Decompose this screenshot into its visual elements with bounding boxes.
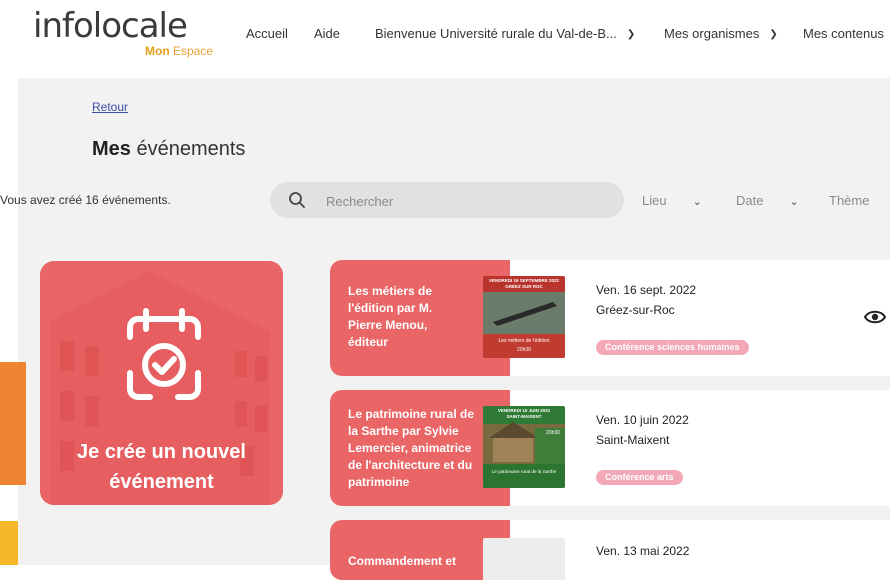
create-event-label: Je crée un nouvel événement [40, 437, 283, 497]
search-input[interactable] [324, 190, 608, 212]
poster-time: 20h30 [546, 430, 560, 436]
event-date: Ven. 16 sept. 2022 [596, 283, 697, 297]
event-card[interactable]: Le patrimoine rural de la Sarthe par Syl… [330, 390, 890, 506]
filter-label: Thème [829, 193, 870, 208]
nav-label: Aide [314, 26, 341, 41]
event-date: Ven. 13 mai 2022 [596, 544, 690, 558]
back-link[interactable]: Retour [92, 100, 128, 114]
poster-header: VENDREDI 10 JUIN 2022 [498, 408, 551, 413]
nav-label: Accueil [246, 26, 288, 41]
logo-subtitle: Mon Espace [145, 44, 213, 58]
poster-place: SAINT-MAIXENT [506, 414, 541, 419]
filter-theme[interactable]: Thème [829, 193, 869, 208]
poster-caption: Les métiers de l'édition [499, 338, 550, 344]
nav-mes-contenus[interactable]: Mes contenus [803, 26, 884, 41]
poster-header: VENDREDI 16 SEPTEMBRE 2022 [489, 278, 560, 283]
event-poster-image: VENDREDI 16 SEPTEMBRE 2022 GRÉEZ SUR ROC… [483, 276, 565, 358]
top-header: infolocale Mon Espace Accueil Aide Bienv… [0, 0, 890, 78]
event-title: Le patrimoine rural de la Sarthe par Syl… [348, 406, 475, 489]
logo-sub-bold: Mon [145, 44, 170, 58]
page-title-bold: Mes [92, 138, 131, 160]
event-title: Commandement et [348, 554, 457, 568]
side-accent-bar [0, 521, 18, 565]
poster-caption: Le patrimoine rural de la Sarthe [492, 469, 557, 474]
calendar-check-icon [127, 308, 201, 400]
logo-text: infolocale [33, 6, 188, 46]
logo-sub-text: Espace [173, 44, 214, 58]
page-title: Mes événements [92, 138, 245, 161]
filter-date[interactable]: Date ⌄ [736, 193, 799, 208]
nav-mes-organismes[interactable]: Mes organismes ❯ [664, 26, 778, 41]
event-category-badge: Conférence arts [596, 470, 683, 485]
page-title-text: événements [136, 138, 246, 160]
search-icon [289, 192, 305, 208]
filter-label: Date [736, 193, 764, 208]
chevron-down-icon: ⌄ [789, 196, 799, 208]
chevron-down-icon: ❯ [769, 29, 778, 40]
event-poster-image: VENDREDI 10 JUIN 2022 SAINT-MAIXENT Le p… [483, 406, 565, 488]
event-poster-image [483, 538, 565, 580]
poster-place: GRÉEZ SUR ROC [505, 282, 543, 289]
filter-label: Lieu [642, 193, 667, 208]
event-place: Saint-Maixent [596, 433, 670, 447]
nav-aide[interactable]: Aide [314, 26, 340, 41]
nav-accueil[interactable]: Accueil [246, 26, 288, 41]
event-category-badge: Conférence sciences humaines [596, 340, 749, 355]
filter-lieu[interactable]: Lieu ⌄ [642, 193, 702, 208]
nav-label: Bienvenue Université rurale du Val-de-B.… [375, 26, 617, 41]
poster-time: 20h30 [517, 347, 531, 353]
infolocale-logo[interactable]: infolocale Mon Espace [33, 6, 223, 62]
create-line1: Je crée un nouvel [77, 441, 246, 463]
event-card[interactable]: Les métiers de l'édition par M. Pierre M… [330, 260, 890, 376]
event-place: Gréez-sur-Roc [596, 303, 675, 317]
create-line2: événement [109, 471, 214, 493]
nav-account-menu[interactable]: Bienvenue Université rurale du Val-de-B.… [375, 26, 635, 41]
eye-icon[interactable] [864, 310, 886, 324]
search-bar[interactable] [270, 182, 624, 218]
chevron-down-icon: ⌄ [692, 196, 702, 208]
nav-label: Mes contenus [803, 26, 884, 41]
side-accent-bar [0, 362, 26, 485]
event-card[interactable]: Commandement et Ven. 13 mai 2022 [330, 520, 890, 580]
chevron-down-icon: ❯ [626, 29, 636, 40]
event-date: Ven. 10 juin 2022 [596, 413, 689, 427]
event-count: Vous avez créé 16 événements. [0, 193, 171, 207]
event-title: Les métiers de l'édition par M. Pierre M… [348, 284, 433, 349]
create-event-card[interactable]: Je crée un nouvel événement [40, 261, 283, 505]
nav-label: Mes organismes [664, 26, 760, 41]
